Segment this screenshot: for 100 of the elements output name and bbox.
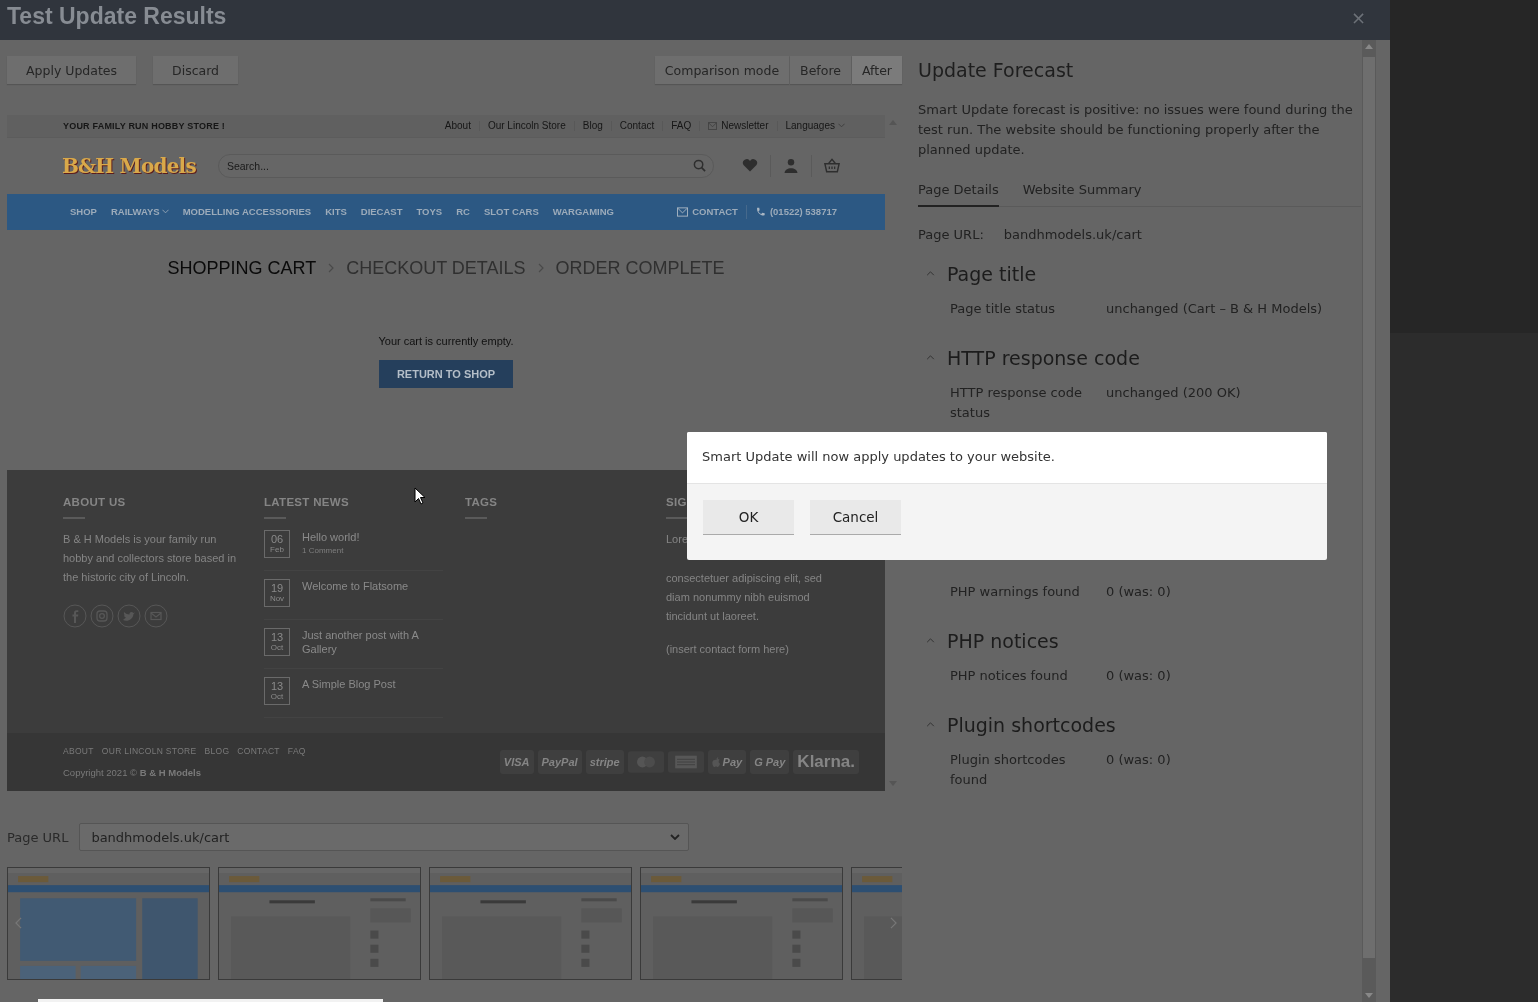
news-link[interactable]: Welcome to Flatsome	[302, 579, 409, 594]
top-link[interactable]: Blog	[582, 120, 603, 132]
caret-icon	[670, 834, 681, 840]
date-day: 06	[270, 534, 284, 546]
top-link[interactable]: About	[444, 120, 471, 132]
footer-link[interactable]: ABOUT	[63, 746, 94, 757]
date-day: 19	[270, 583, 284, 595]
instagram-icon[interactable]	[90, 604, 114, 629]
facebook-icon[interactable]	[63, 604, 87, 629]
dialog-button[interactable]: Cancel	[810, 500, 901, 535]
nav-link[interactable]: DIECAST	[360, 206, 403, 218]
date-month: Oct	[270, 643, 284, 653]
detail-label: Page title status	[950, 299, 1057, 318]
user-icon[interactable]	[782, 158, 799, 174]
date-day: 13	[270, 632, 284, 644]
section-title[interactable]: HTTP response code	[947, 343, 1140, 372]
twitter-icon[interactable]	[117, 604, 141, 629]
nav-link[interactable]: CONTACT	[692, 206, 738, 218]
caret-icon	[161, 209, 169, 215]
detail-value: 0 (was: 0)	[1106, 666, 1171, 685]
search-field[interactable]: Search...	[217, 153, 714, 178]
forecast-summary: Smart Update forecast is positive: no issues were found during the test run. The website should be functioning properly after the planned update.	[918, 101, 1354, 159]
nav-link[interactable]: KITS	[325, 206, 347, 218]
window-title: Test Update Results	[7, 2, 227, 30]
card-logo-icon	[627, 750, 664, 775]
nav-link[interactable]: WARGAMING	[552, 206, 614, 218]
collapse-icon[interactable]	[926, 638, 935, 643]
detail-value: 0 (was: 0)	[1106, 582, 1171, 601]
top-link[interactable]: Our Lincoln Store	[487, 120, 566, 132]
panel-title: Update Forecast	[918, 58, 1075, 83]
phone-icon	[754, 206, 766, 217]
scrollbar[interactable]	[1362, 40, 1376, 1002]
checkout-step[interactable]: SHOPPING CART	[167, 257, 317, 279]
return-to-shop-button[interactable]: RETURN TO SHOP	[379, 359, 513, 388]
nav-link[interactable]: MODELLING ACCESSORIES	[182, 206, 312, 218]
next-icon[interactable]	[890, 917, 897, 929]
nav-link[interactable]: (01522) 538717	[769, 206, 837, 218]
collapse-icon[interactable]	[926, 271, 935, 276]
scroll-up-icon[interactable]	[1365, 44, 1373, 49]
dialog-button[interactable]: OK	[703, 500, 794, 535]
nav-link[interactable]: SHOP	[70, 206, 97, 218]
top-link[interactable]: Languages	[785, 120, 835, 132]
logo[interactable]: B&H Models	[62, 153, 196, 178]
caret-icon	[838, 123, 845, 129]
about-text: B & H Models is your family run hobby and collectors store based in the historic city of Lincoln.	[63, 532, 238, 586]
scroll-down-icon[interactable]	[1365, 993, 1373, 998]
news-link[interactable]: Just another post with A Gallery	[302, 628, 443, 657]
nav-link[interactable]: RC	[456, 206, 470, 218]
news-link[interactable]: Hello world!	[302, 530, 360, 545]
footer-heading: ABOUT US	[63, 496, 127, 509]
news-link[interactable]: A Simple Blog Post	[302, 677, 396, 692]
page-url-select[interactable]: bandhmodels.uk/cart	[79, 823, 690, 851]
dialog-message: Smart Update will now apply updates to your website.	[687, 432, 1327, 484]
footer-heading: LATEST NEWS	[264, 496, 350, 509]
tab[interactable]: Website Summary	[1022, 181, 1142, 207]
mode-tab[interactable]: Before	[790, 56, 851, 84]
date-month: Oct	[270, 692, 284, 702]
scrollbar[interactable]	[38, 999, 383, 1002]
section-title[interactable]: Page title	[947, 259, 1037, 288]
field-label: Page URL	[7, 829, 69, 845]
action-button[interactable]: Discard	[153, 56, 239, 84]
tab[interactable]: Page Details	[918, 181, 999, 207]
detail-label: HTTP response code status	[950, 383, 1083, 422]
payment-logo: stripe	[585, 750, 624, 775]
top-link[interactable]: FAQ	[671, 120, 692, 132]
empty-cart-message: Your cart is currently empty.	[378, 334, 514, 347]
close-button[interactable]: ×	[1346, 6, 1370, 28]
mail-icon[interactable]	[144, 604, 168, 629]
chevron-icon	[328, 263, 335, 274]
search-icon[interactable]	[692, 158, 706, 172]
footer-link[interactable]: FAQ	[287, 746, 306, 757]
heart-icon[interactable]	[741, 158, 758, 174]
signup-text: consectetuer adipiscing elit, sed diam nonummy nibh euismod tincidunt ut laoreet.	[666, 571, 823, 625]
section-title[interactable]: PHP notices	[947, 626, 1059, 655]
payment-logo: G Pay	[750, 750, 790, 775]
footer-link[interactable]: BLOG	[204, 746, 230, 757]
nav-link[interactable]: TOYS	[416, 206, 443, 218]
mouse-cursor-icon	[414, 487, 426, 505]
footer-link[interactable]: OUR LINCOLN STORE	[101, 746, 197, 757]
action-button[interactable]: Apply Updates	[7, 56, 137, 84]
detail-label: Plugin shortcodes found	[950, 750, 1067, 789]
payment-logo: VISA	[499, 750, 534, 775]
section-title[interactable]: Plugin shortcodes	[947, 710, 1116, 739]
collapse-icon[interactable]	[926, 355, 935, 360]
mode-tab[interactable]: After	[851, 56, 902, 84]
payment-logo: Klarna.	[793, 750, 859, 775]
collapse-icon[interactable]	[926, 722, 935, 727]
basket-icon[interactable]	[823, 158, 840, 174]
detail-label: PHP notices found	[950, 666, 1069, 685]
card-logo-icon	[667, 750, 704, 775]
tagline: YOUR FAMILY RUN HOBBY STORE !	[63, 121, 225, 131]
nav-link[interactable]: SLOT CARS	[483, 206, 539, 218]
top-link[interactable]: Newsletter	[721, 120, 769, 132]
detail-value: unchanged (200 OK)	[1106, 383, 1241, 402]
top-link[interactable]: Contact	[619, 120, 655, 132]
mode-tab[interactable]: Comparison mode	[654, 56, 790, 84]
footer-link[interactable]: CONTACT	[237, 746, 280, 757]
nav-link[interactable]: RAILWAYS	[110, 206, 169, 218]
previous-icon[interactable]	[15, 917, 22, 929]
chevron-icon	[537, 263, 544, 274]
